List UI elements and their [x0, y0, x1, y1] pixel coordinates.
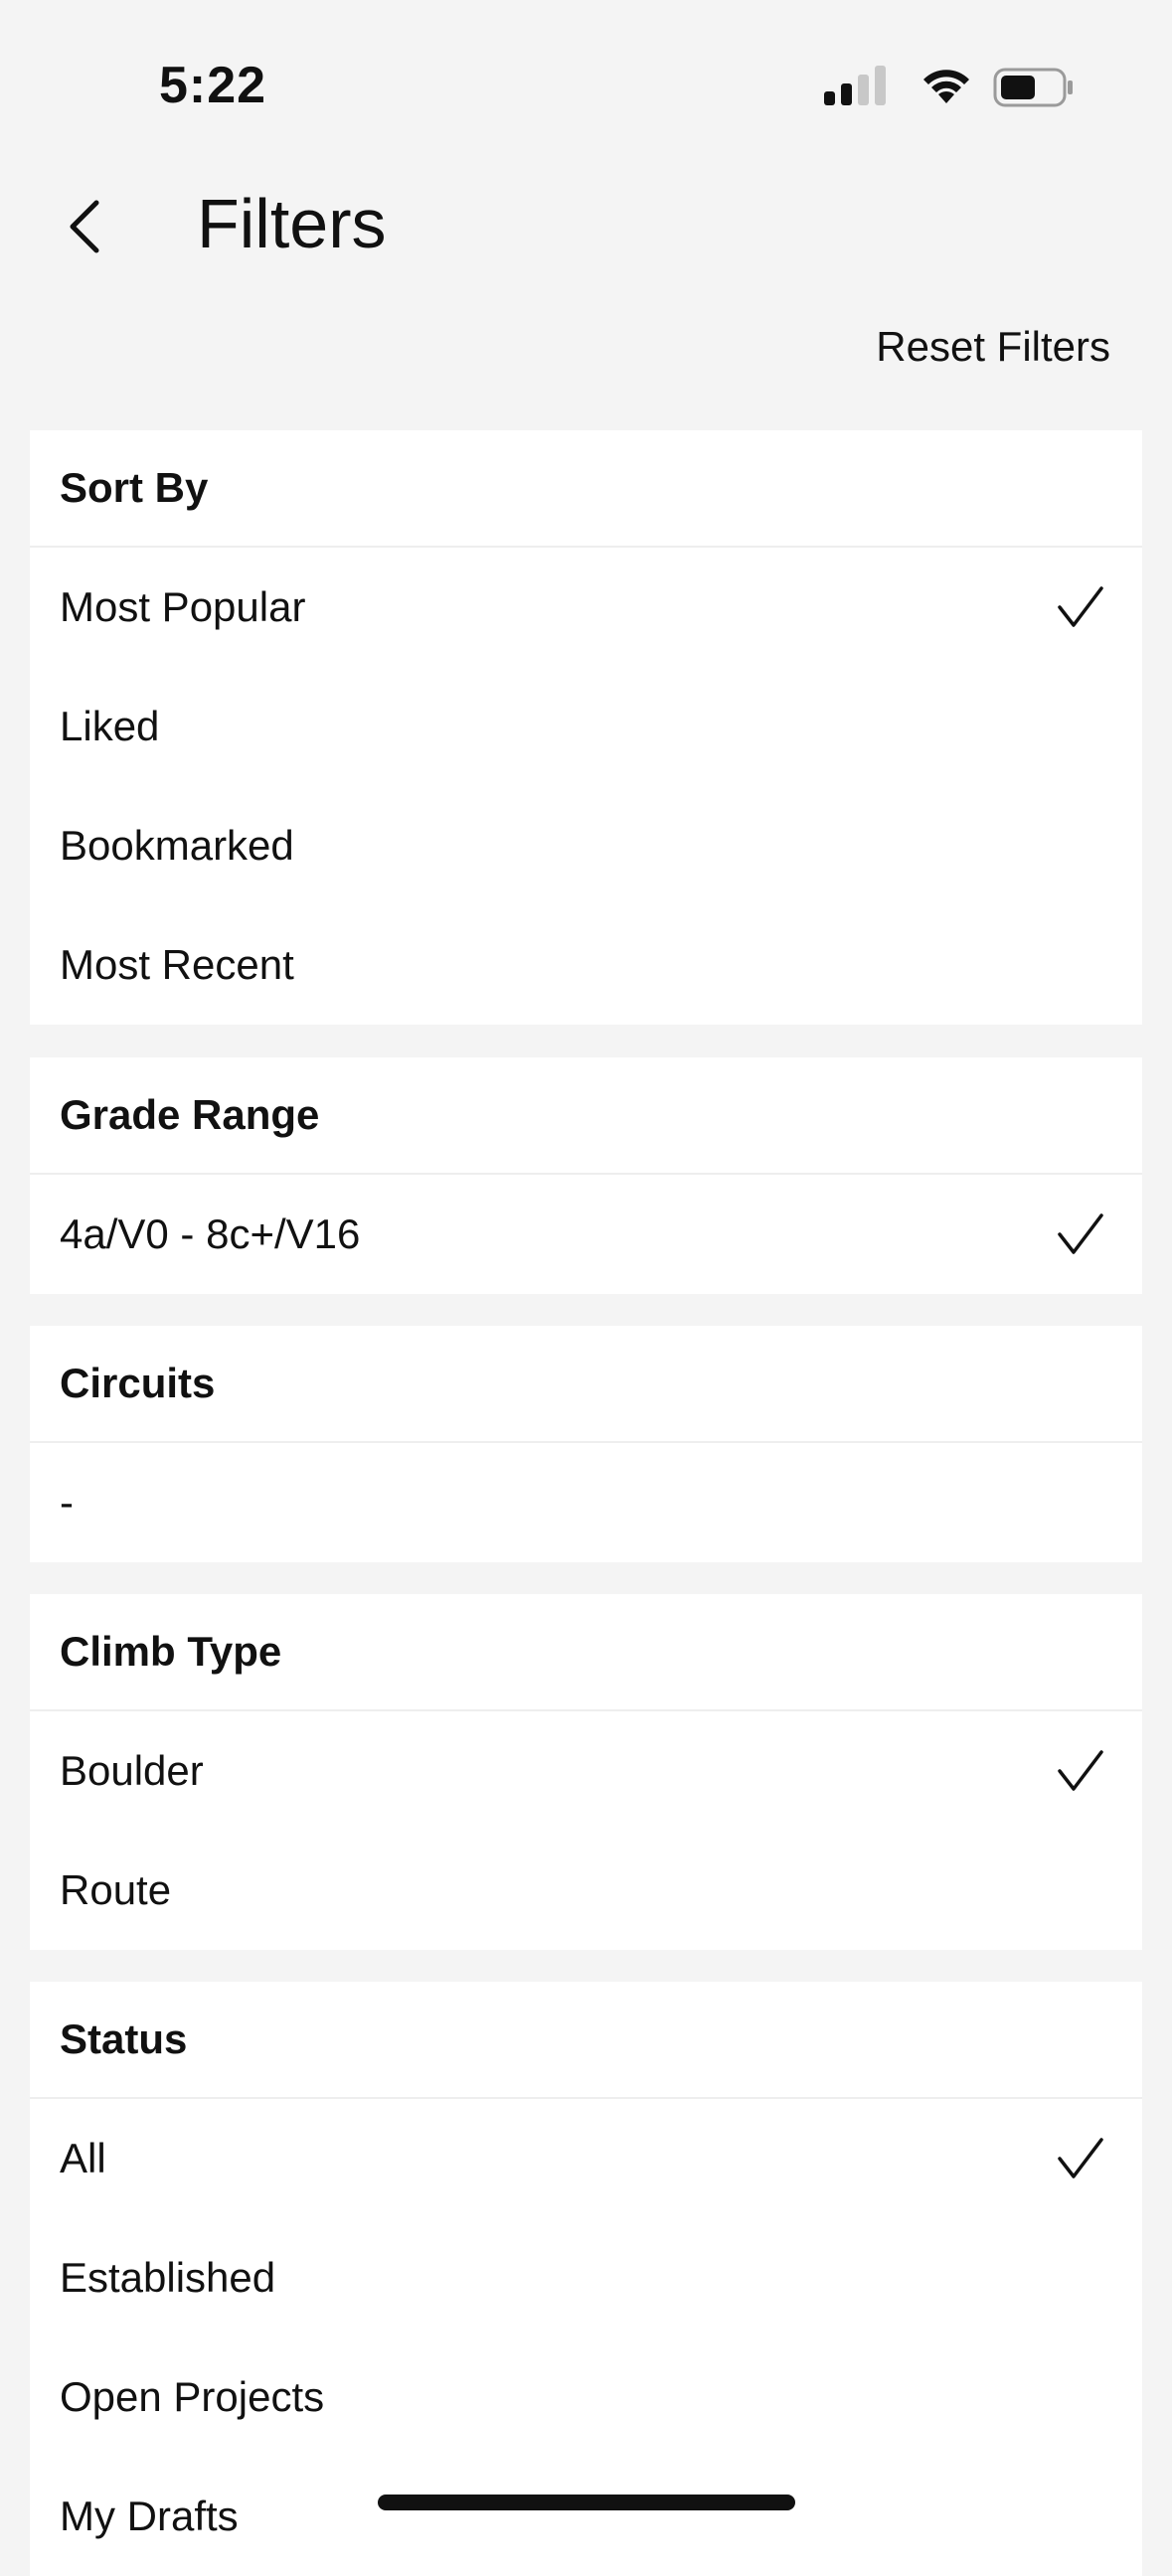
option-most-recent[interactable]: Most Recent [30, 905, 1142, 1025]
option-circuit[interactable]: - [30, 1443, 1142, 1562]
section-header: Climb Type [30, 1594, 1142, 1711]
sort-by-section: Sort By Most Popular Liked Bookmarked Mo… [30, 430, 1142, 1025]
checkmark-icon [1057, 2137, 1104, 2180]
status-section: Status All Established Open Projects My … [30, 1982, 1142, 2576]
option-label: Route [60, 1866, 172, 1913]
reset-filters-button[interactable]: Reset Filters [876, 323, 1110, 371]
section-header: Status [30, 1982, 1142, 2099]
cellular-signal-icon [824, 66, 888, 110]
grade-range-section: Grade Range 4a/V0 - 8c+/V16 [30, 1057, 1142, 1294]
option-label: Most Recent [60, 941, 294, 988]
checkmark-icon [1057, 1212, 1104, 1256]
option-label: My Drafts [60, 2493, 239, 2539]
option-label: Most Popular [60, 583, 306, 630]
circuits-section: Circuits - [30, 1326, 1142, 1562]
back-button[interactable] [55, 189, 114, 268]
option-label: Boulder [60, 1747, 204, 1794]
battery-icon [993, 68, 1075, 112]
climb-type-section: Climb Type Boulder Route [30, 1594, 1142, 1950]
home-indicator[interactable] [378, 2495, 795, 2510]
option-label: Open Projects [60, 2373, 325, 2420]
page-title: Filters [197, 185, 387, 262]
chevron-left-icon [65, 197, 104, 261]
option-label: Liked [60, 703, 160, 749]
section-header: Circuits [30, 1326, 1142, 1443]
option-my-drafts[interactable]: My Drafts [30, 2457, 1142, 2576]
option-label: - [60, 1479, 74, 1526]
option-label: Bookmarked [60, 822, 294, 869]
status-time: 5:22 [159, 57, 267, 114]
option-bookmarked[interactable]: Bookmarked [30, 786, 1142, 905]
section-header: Sort By [30, 430, 1142, 548]
checkmark-icon [1057, 585, 1104, 629]
option-established[interactable]: Established [30, 2218, 1142, 2337]
option-open-projects[interactable]: Open Projects [30, 2337, 1142, 2457]
section-header: Grade Range [30, 1057, 1142, 1175]
option-label: 4a/V0 - 8c+/V16 [60, 1210, 361, 1257]
option-label: All [60, 2135, 106, 2181]
option-label: Established [60, 2254, 276, 2301]
option-all[interactable]: All [30, 2099, 1142, 2218]
wifi-icon [919, 64, 974, 110]
option-route[interactable]: Route [30, 1831, 1142, 1950]
status-bar: 5:22 [0, 0, 1172, 149]
option-liked[interactable]: Liked [30, 667, 1142, 786]
option-boulder[interactable]: Boulder [30, 1711, 1142, 1831]
checkmark-icon [1057, 1749, 1104, 1793]
option-most-popular[interactable]: Most Popular [30, 548, 1142, 667]
option-grade-range[interactable]: 4a/V0 - 8c+/V16 [30, 1175, 1142, 1294]
